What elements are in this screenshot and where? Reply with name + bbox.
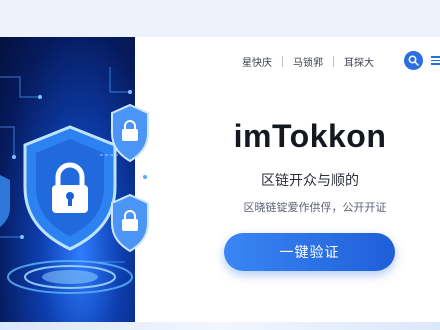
- hero-tagline: 区链开众与顺的: [261, 173, 359, 189]
- nav-item-3[interactable]: 耳探大: [334, 54, 384, 69]
- nav-item-2[interactable]: 马锁郛: [283, 54, 333, 69]
- search-icon: [408, 55, 419, 66]
- menu-button[interactable]: [431, 54, 440, 67]
- verify-button[interactable]: 一键验证: [224, 233, 395, 271]
- brand-title: imTokkon: [233, 118, 387, 154]
- bottom-strip: [0, 322, 440, 330]
- side-shields-illustration: [100, 103, 149, 253]
- search-button[interactable]: [404, 51, 423, 70]
- hero-subline: 区晓链锭爱作供俘，公开开证: [243, 201, 387, 214]
- top-nav: 星快庆 马锁郛 耳探大: [232, 52, 384, 70]
- nav-item-1[interactable]: 星快庆: [232, 54, 282, 69]
- menu-icon: [431, 56, 440, 58]
